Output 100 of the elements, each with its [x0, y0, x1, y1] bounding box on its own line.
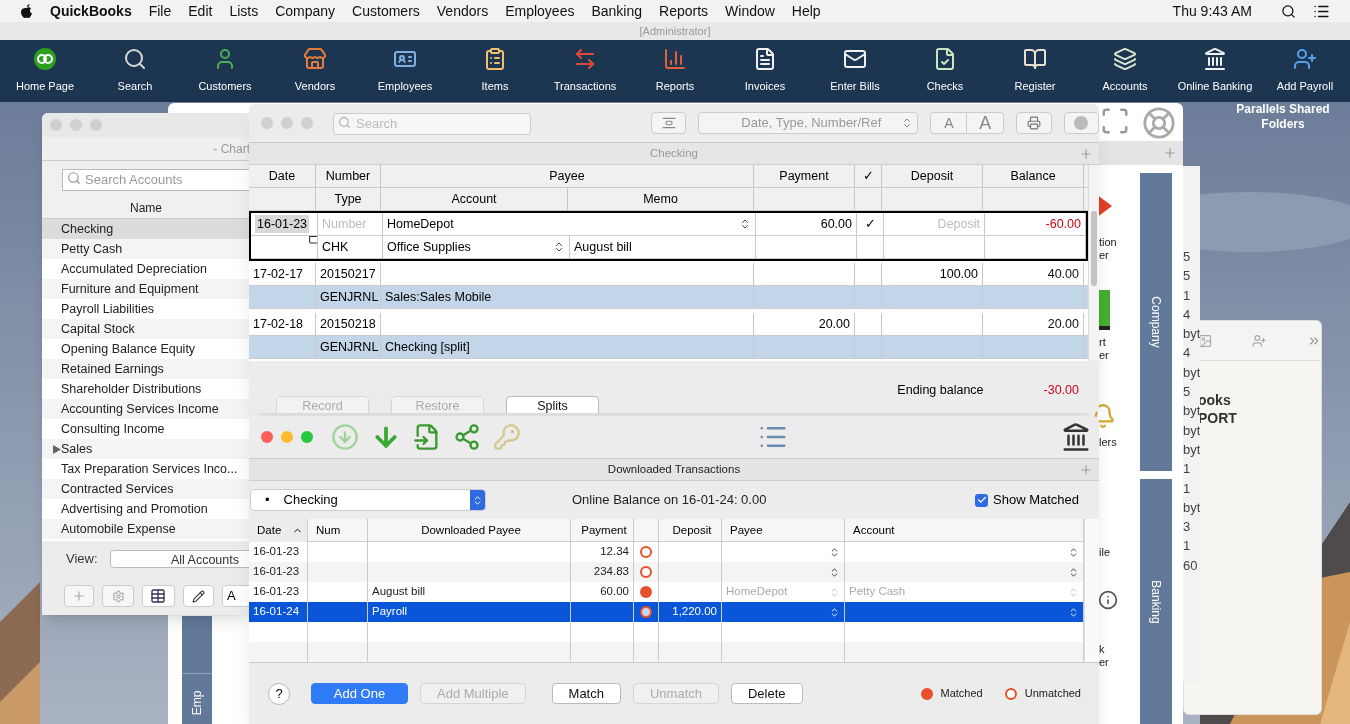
search-field[interactable]: Search — [333, 112, 532, 135]
frame-icon[interactable] — [1100, 106, 1130, 136]
account-row[interactable]: Retained Earnings — [42, 359, 250, 379]
window-control-button[interactable] — [50, 119, 62, 131]
chevrons-icon[interactable] — [553, 241, 565, 253]
download-circle-icon[interactable] — [331, 423, 359, 451]
account-row[interactable]: Sales — [42, 439, 250, 459]
account-field[interactable]: Office Supplies — [387, 237, 471, 257]
lifebuoy-icon[interactable] — [1142, 106, 1176, 140]
menu-item[interactable]: Help — [791, 0, 821, 22]
account-row[interactable]: Petty Cash — [42, 239, 250, 259]
search-field[interactable]: Search Accounts — [62, 168, 250, 191]
add-icon[interactable] — [1079, 462, 1093, 477]
menu-item[interactable]: File — [148, 0, 172, 22]
window-control-button[interactable] — [301, 431, 313, 443]
list-entry: byt — [1183, 402, 1200, 421]
side-tab[interactable]: Company — [1140, 173, 1172, 471]
window-control-button[interactable] — [261, 117, 273, 129]
image-icon[interactable] — [1198, 332, 1213, 349]
collapse-button[interactable] — [651, 112, 687, 134]
action-button[interactable]: Add One — [311, 683, 408, 704]
account-row[interactable]: Furniture and Equipment — [42, 279, 250, 299]
bank-icon[interactable] — [1061, 422, 1091, 452]
disclosure-icon[interactable] — [53, 444, 61, 454]
account-row[interactable]: Contracted Services — [42, 479, 250, 499]
person-plus-icon — [1293, 47, 1317, 72]
toolbar-button[interactable]: Home Page — [0, 40, 90, 102]
menu-item[interactable]: Banking — [591, 0, 643, 22]
window-control-button[interactable] — [90, 119, 102, 131]
transaction-editor[interactable]: 16-01-23 Number HomeDepot 60.00 ✓ Deposit -60.00 CHK Office Supplies August bill — [249, 211, 1088, 261]
window-control-button[interactable] — [70, 119, 82, 131]
info-icon[interactable] — [1098, 590, 1118, 610]
toolbar-button[interactable]: Enter Bills — [810, 40, 900, 102]
toolbar-button[interactable]: Add Payroll — [1260, 40, 1350, 102]
account-row[interactable]: Consulting Income — [42, 419, 250, 439]
window-control-button[interactable] — [281, 431, 293, 443]
payee-field[interactable]: HomeDepot — [387, 214, 454, 234]
menu-item[interactable]: Customers — [352, 0, 420, 22]
action-button[interactable]: Match — [551, 683, 621, 704]
desktop-folder-label[interactable]: Parallels Shared Folders — [1228, 102, 1338, 132]
scrollbar-thumb[interactable] — [1091, 211, 1097, 286]
toolbar-button[interactable]: Checks — [900, 40, 990, 102]
account-row[interactable]: Capital Stock — [42, 319, 250, 339]
window-control-button[interactable] — [301, 117, 313, 129]
window-control-button[interactable] — [261, 431, 273, 443]
edit-button[interactable] — [182, 585, 215, 607]
account-row[interactable]: Automobile Expense — [42, 519, 250, 539]
column-header[interactable]: Payment — [577, 521, 627, 540]
app-menu[interactable]: QuickBooks — [50, 0, 132, 22]
column-header[interactable]: Payee — [726, 521, 763, 540]
menu-item[interactable]: Lists — [229, 0, 259, 22]
add-icon[interactable] — [1163, 146, 1177, 160]
toolbar-button[interactable]: Accounts — [1080, 40, 1170, 102]
apple-icon[interactable] — [20, 3, 33, 19]
key-icon[interactable] — [493, 423, 521, 451]
toolbar-button[interactable]: Online Banking — [1170, 40, 1260, 102]
toolbar-button[interactable]: Transactions — [540, 40, 630, 102]
chevrons-icon[interactable] — [739, 218, 751, 230]
add-button[interactable] — [64, 585, 95, 607]
clipboard-icon — [483, 47, 507, 72]
column-header[interactable]: Num — [312, 521, 341, 540]
show-matched-checkbox[interactable]: Show Matched — [975, 490, 1079, 510]
table-button[interactable] — [141, 585, 175, 607]
column-header: Balance — [983, 165, 1084, 187]
toolbar-button[interactable]: Search — [90, 40, 180, 102]
cleared-mark[interactable]: ✓ — [864, 214, 876, 234]
menu-item[interactable]: Employees — [505, 0, 575, 22]
window-control-button[interactable] — [281, 117, 293, 129]
partial-button[interactable]: A — [222, 585, 250, 607]
column-header[interactable]: Account — [849, 521, 895, 540]
action-button[interactable]: Splits — [506, 396, 599, 413]
memo-field[interactable]: August bill — [574, 237, 632, 257]
arrows-icon[interactable] — [453, 423, 481, 451]
help-button[interactable]: ? — [268, 682, 290, 705]
toolbar-button[interactable]: Customers — [180, 40, 270, 102]
action-button[interactable]: Delete — [731, 683, 803, 704]
side-tab[interactable]: Banking — [1140, 479, 1172, 724]
settings-button[interactable] — [102, 585, 134, 607]
column-header[interactable]: Downloaded Payee — [417, 521, 521, 540]
menu-item[interactable]: Reports — [659, 0, 709, 22]
print-button[interactable] — [1016, 112, 1052, 134]
toolbar-button[interactable]: Employees — [360, 40, 450, 102]
column-header[interactable]: Deposit — [668, 521, 712, 540]
toolbar-button[interactable]: Vendors — [270, 40, 360, 102]
menu-item[interactable]: Edit — [188, 0, 213, 22]
toolbar-button[interactable]: Register — [990, 40, 1080, 102]
toolbar-button[interactable]: Items — [450, 40, 540, 102]
account-row[interactable]: Checking — [42, 219, 250, 239]
menu-item[interactable]: Company — [275, 0, 336, 22]
person-plus-icon[interactable] — [1252, 332, 1267, 349]
circle-button[interactable] — [1063, 112, 1099, 134]
toolbar-button[interactable]: Reports — [630, 40, 720, 102]
account-row[interactable]: Accounting Services Income — [42, 399, 250, 419]
view-select[interactable]: All Accounts — [109, 550, 250, 568]
account-select[interactable]: • Checking — [250, 489, 486, 511]
toolbar-button[interactable]: Invoices — [720, 40, 810, 102]
menu-item[interactable]: Window — [725, 0, 775, 22]
search-icon[interactable] — [1281, 3, 1296, 19]
add-icon[interactable] — [1079, 146, 1093, 161]
menu-item[interactable]: Vendors — [436, 0, 489, 22]
